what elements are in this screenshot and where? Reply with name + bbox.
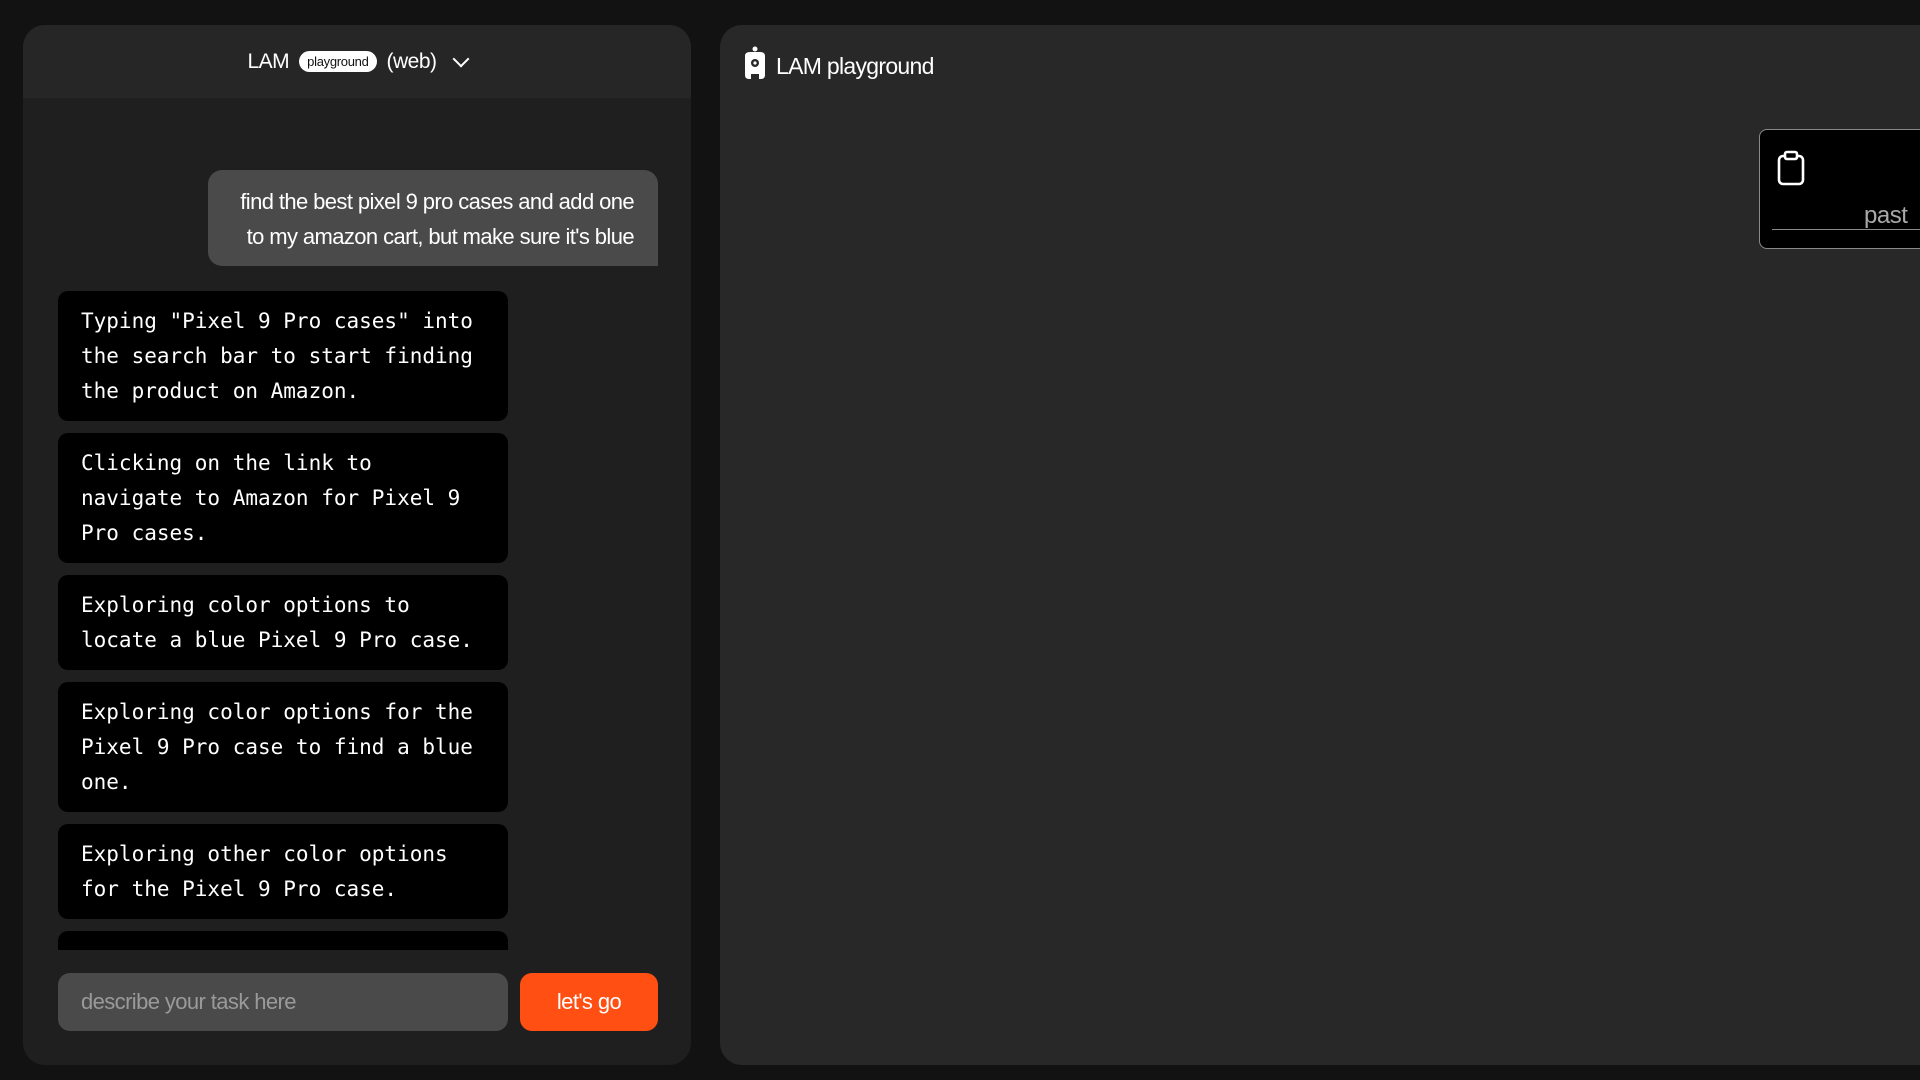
brand: LAM playground — [742, 45, 934, 87]
agent-step: Exploring color options to locate a blue… — [58, 575, 508, 670]
user-message: find the best pixel 9 pro cases and add … — [208, 170, 658, 266]
chat-messages[interactable]: find the best pixel 9 pro cases and add … — [23, 98, 691, 974]
agent-selector[interactable]: LAM playground (web) — [23, 25, 691, 98]
task-input-row: let's go — [58, 973, 658, 1031]
lets-go-button[interactable]: let's go — [520, 973, 658, 1031]
task-input[interactable] — [58, 973, 508, 1031]
brand-label: LAM playground — [776, 52, 934, 79]
robot-icon — [742, 45, 768, 87]
clipboard-icon — [1776, 150, 1806, 191]
chat-panel: LAM playground (web) find the best pixel… — [23, 25, 691, 1065]
scroll-fade — [23, 950, 691, 974]
paste-card[interactable]: past — [1759, 129, 1920, 249]
playground-badge: playground — [299, 51, 377, 72]
agent-step: Typing "Pixel 9 Pro cases" into the sear… — [58, 291, 508, 421]
playground-panel: LAM playground past — [720, 25, 1920, 1065]
agent-mode: (web) — [386, 49, 438, 73]
agent-step: Exploring color options for the Pixel 9 … — [58, 682, 508, 812]
paste-label: past — [1864, 202, 1908, 229]
agent-title: LAM — [247, 49, 290, 73]
chevron-down-icon[interactable] — [452, 50, 470, 67]
agent-steps: Typing "Pixel 9 Pro cases" into the sear… — [58, 291, 508, 974]
agent-step: Exploring other color options for the Pi… — [58, 824, 508, 919]
agent-step: Clicking on the link to navigate to Amaz… — [58, 433, 508, 563]
